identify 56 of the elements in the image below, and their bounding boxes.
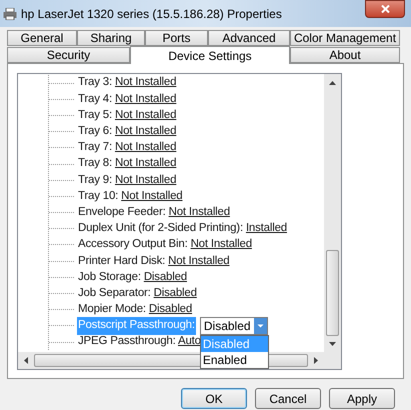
close-button[interactable] [365,0,405,18]
setting-value-link[interactable]: Not Installed [114,108,176,121]
setting-label: Printer Hard Disk: Not Installed [77,254,230,269]
printer-icon [3,8,17,20]
setting-label: Tray 10: Not Installed [77,188,184,204]
setting-label: Tray 7: Not Installed [77,140,178,156]
setting-label: Postscript Passthrough: [77,317,196,335]
close-icon [380,5,390,13]
dropdown-option[interactable]: Enabled [200,352,268,368]
setting-value-link[interactable]: Not Installed [121,190,182,202]
tab[interactable]: Sharing [77,30,145,46]
tab[interactable]: About [290,47,400,63]
setting-value-link[interactable]: Not Installed [114,125,176,138]
setting-label: Duplex Unit (for 2-Sided Printing): Installed [77,221,288,236]
setting-label: JPEG Passthrough: Auto [77,334,202,350]
setting-value-link[interactable]: Not Installed [114,174,176,186]
setting-label: Tray 3: Not Installed [77,75,178,90]
setting-label: Job Storage: Disabled [77,270,188,285]
tab[interactable]: Device Settings [130,46,290,64]
dialog-button[interactable]: Cancel [255,388,321,409]
setting-label: Mopier Mode: Disabled [77,302,194,318]
setting-value-link[interactable]: Not Installed [114,76,176,88]
vertical-scrollbar[interactable] [324,74,341,352]
scroll-up-icon [329,81,336,85]
scroll-down-icon [329,342,336,346]
dialog-button[interactable]: OK [181,388,247,409]
setting-value-link[interactable]: Not Installed [114,141,176,154]
setting-value-link[interactable]: Installed [246,222,287,234]
setting-value-link[interactable]: Disabled [144,270,187,283]
scrollbar-thumb[interactable] [326,250,339,336]
tab[interactable]: Security [7,47,130,63]
setting-value-link[interactable]: Not Installed [114,157,176,170]
value-dropdown[interactable]: Disabled [200,316,268,335]
setting-label: Tray 4: Not Installed [77,92,178,107]
tab[interactable]: Advanced [208,30,290,46]
setting-label: Tray 8: Not Installed [77,156,178,172]
tab[interactable]: Color Management [290,30,400,46]
setting-value-link[interactable]: Not Installed [168,206,230,218]
tab[interactable]: Ports [145,30,208,46]
setting-label: Envelope Feeder: Not Installed [77,204,231,220]
setting-value-link[interactable]: Not Installed [190,238,252,250]
setting-value-link[interactable]: Not Installed [114,92,176,105]
setting-value-link[interactable]: Disabled [148,303,192,316]
setting-label: Tray 5: Not Installed [77,108,178,123]
dialog-button[interactable]: Apply [329,388,395,409]
setting-value-link[interactable]: Disabled [154,286,197,299]
setting-value-link[interactable]: Auto [178,335,201,348]
scroll-right-icon [314,357,318,364]
scroll-left-icon [24,357,28,364]
setting-value-link[interactable]: Not Installed [168,254,230,267]
setting-label: Tray 6: Not Installed [77,124,178,140]
window-title: hp LaserJet 1320 series (15.5.186.28) Properties [21,6,282,22]
setting-label: Accessory Output Bin: Not Installed [77,237,253,252]
tab[interactable]: General [7,30,77,46]
setting-label: Tray 9: Not Installed [77,172,178,188]
setting-label: Job Separator: Disabled [77,286,198,301]
